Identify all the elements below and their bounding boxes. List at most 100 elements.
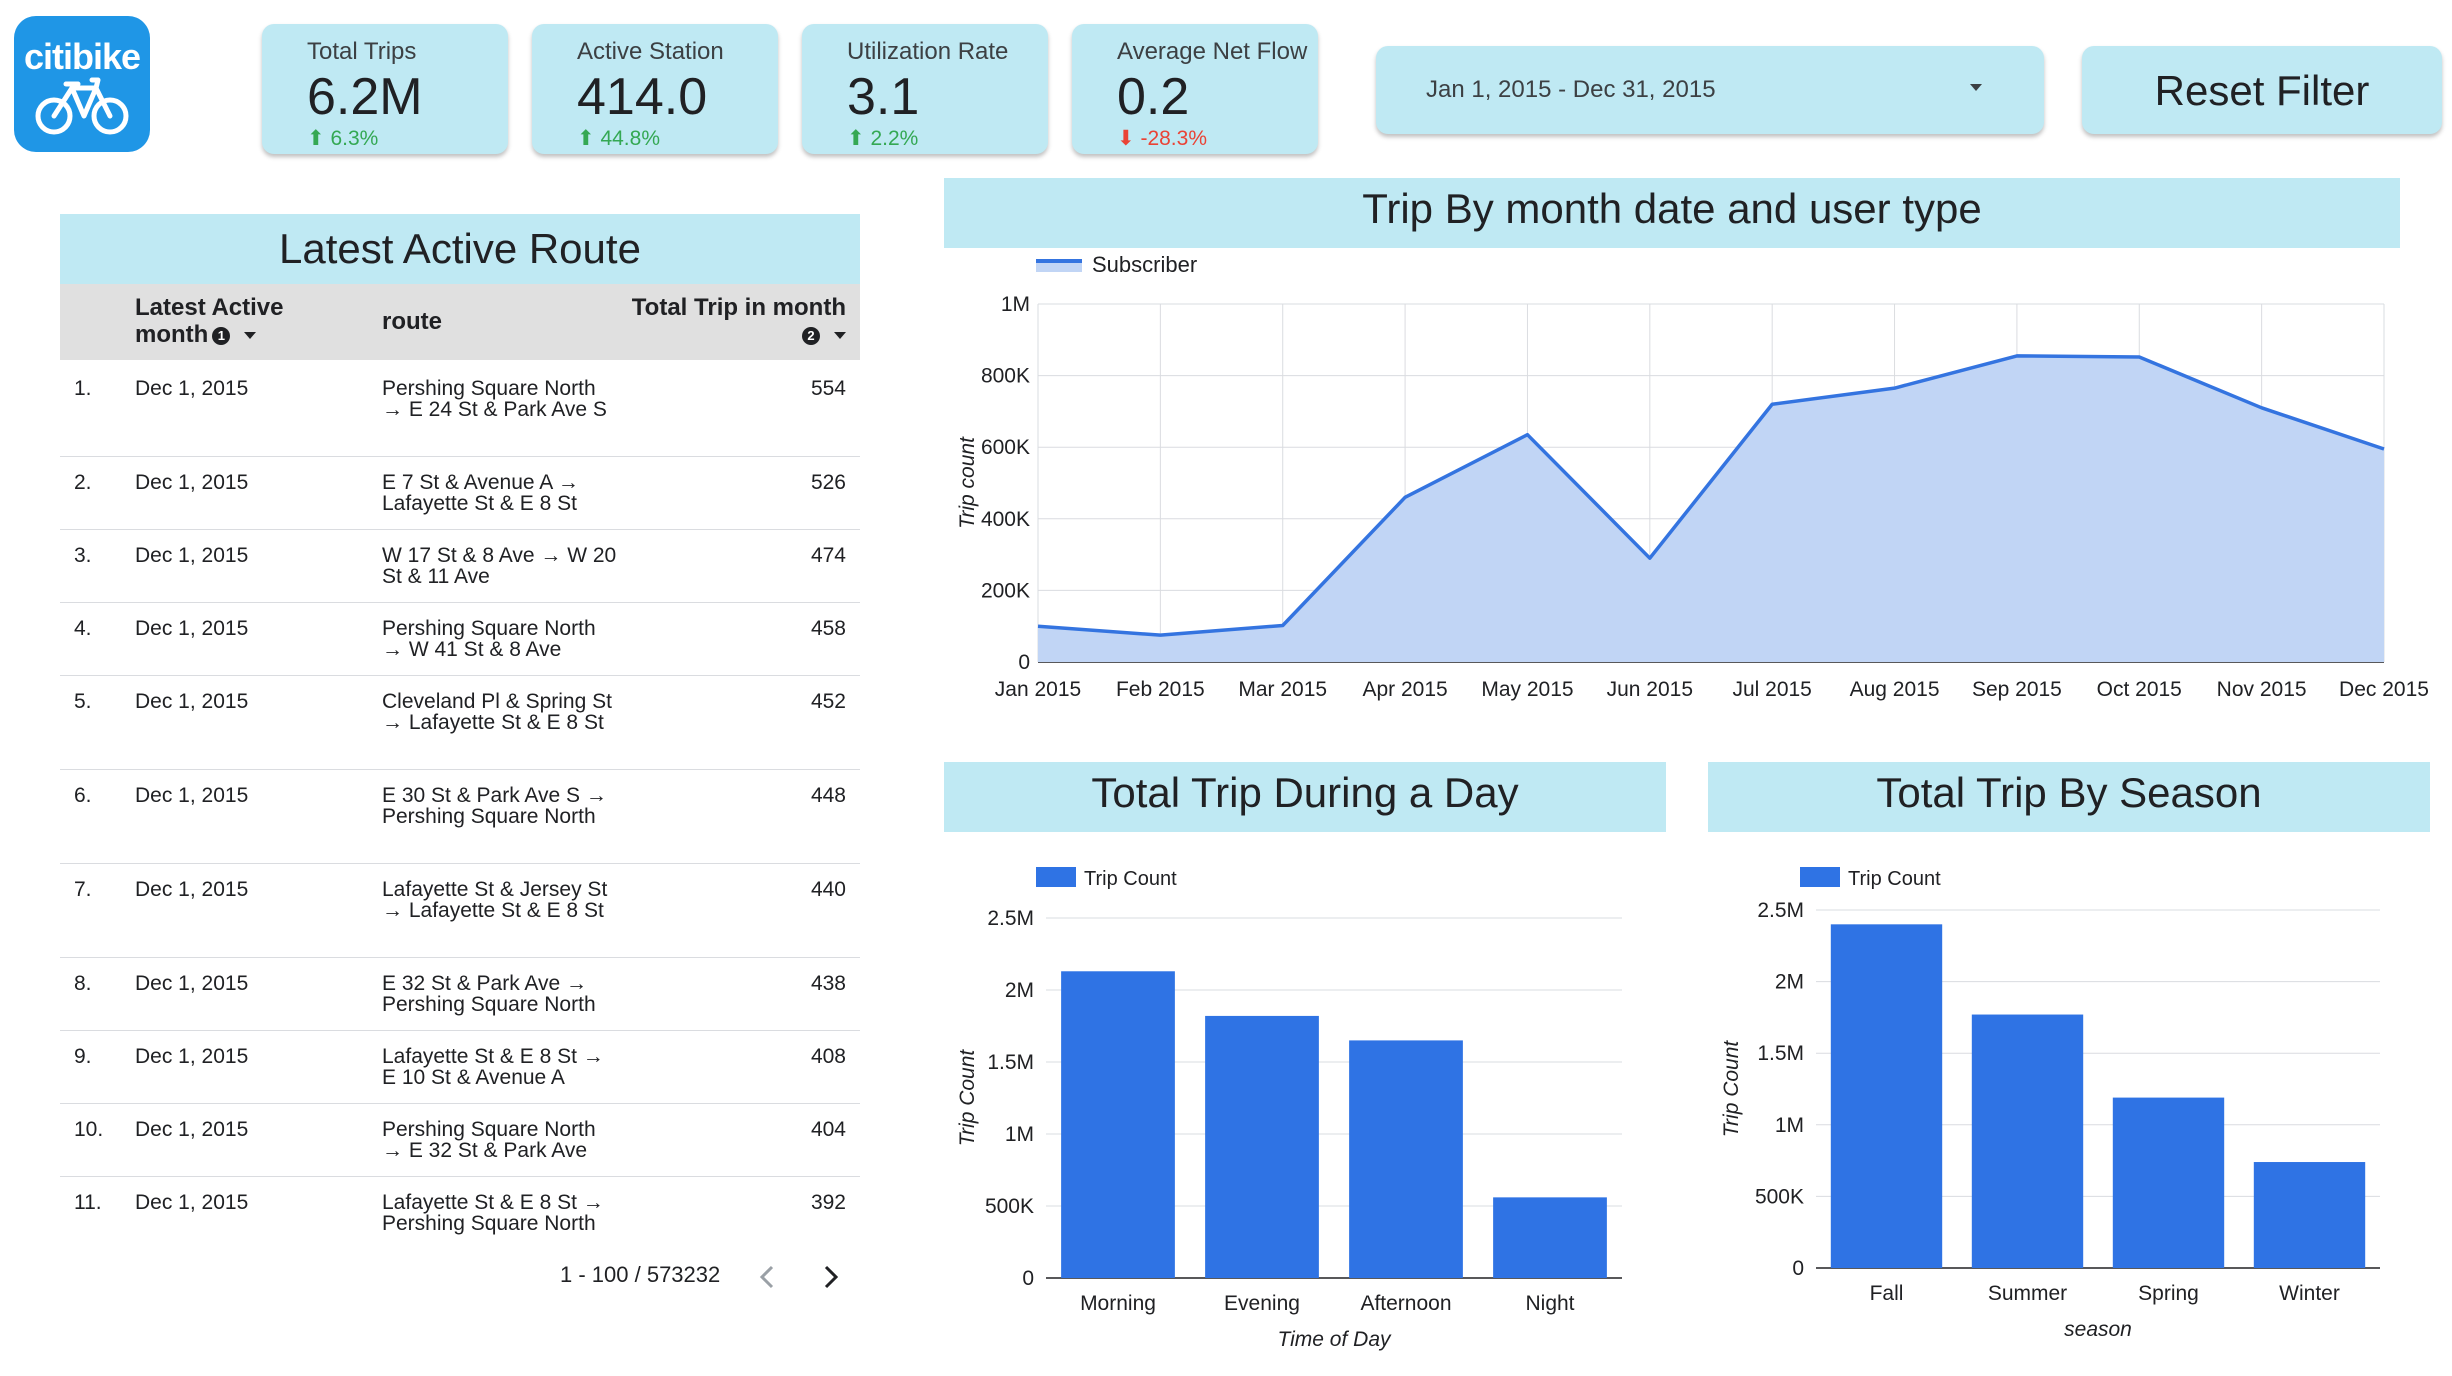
chevron-down-icon (1970, 84, 1982, 91)
y-tick-label: 400K (981, 508, 1030, 531)
kpi-delta: ⬆ 44.8% (577, 126, 778, 151)
bar-evening (1205, 1015, 1319, 1278)
table-row[interactable]: 8. Dec 1, 2015 E 32 St & Park Ave → Pershi… (60, 957, 860, 1031)
chevron-left-icon[interactable] (752, 1262, 782, 1292)
kpi-value: 3.1 (847, 68, 920, 126)
row-month: Dec 1, 2015 (135, 1118, 249, 1141)
x-tick-label: Feb 2015 (1116, 678, 1205, 701)
header-text: Latest Active (135, 294, 284, 321)
row-total: 474 (810, 544, 846, 567)
y-tick-label: 1M (1005, 1123, 1034, 1146)
table-row[interactable]: 2. Dec 1, 2015 E 7 St & Avenue A → Lafayet… (60, 456, 860, 530)
row-route: Pershing Square North → W 41 St & 8 Ave (382, 617, 596, 661)
table-row[interactable]: 5. Dec 1, 2015 Cleveland Pl & Spring St → … (60, 675, 860, 770)
table-row[interactable]: 6. Dec 1, 2015 E 30 St & Park Ave S → Pers… (60, 769, 860, 864)
row-index: 3. (74, 544, 92, 567)
legend-swatch (1036, 867, 1076, 887)
row-route: Pershing Square North → E 24 St & Park A… (382, 377, 607, 421)
row-index: 4. (74, 617, 92, 640)
row-month: Dec 1, 2015 (135, 1045, 249, 1068)
bar-chart-trips-by-time-of-day: 0 500K 1M 1.5M 2M 2.5M Morning Evening Afternoon… (956, 867, 1622, 1351)
table-row[interactable]: 1. Dec 1, 2015 Pershing Square North → E 2… (60, 362, 860, 457)
chart-title-day: Total Trip During a Day (944, 762, 1666, 832)
row-total: 526 (810, 471, 846, 494)
bar-summer (1971, 1014, 2084, 1268)
kpi-utilization-rate: Utilization Rate 3.1 ⬆ 2.2% (802, 24, 1048, 154)
reset-filter-button[interactable]: Reset Filter (2082, 46, 2442, 134)
table-row[interactable]: 11. Dec 1, 2015 Lafayette St & E 8 St → Pe… (60, 1176, 860, 1254)
table-row[interactable]: 4. Dec 1, 2015 Pershing Square North → W 4… (60, 602, 860, 676)
table-row[interactable]: 10. Dec 1, 2015 Pershing Square North → E … (60, 1103, 860, 1177)
row-route: E 7 St & Avenue A → Lafayette St & E 8 S… (382, 471, 579, 515)
y-tick-label: 0 (1018, 651, 1030, 674)
x-tick-label: Morning (1080, 1292, 1156, 1315)
row-total: 408 (810, 1045, 846, 1068)
row-route: E 32 St & Park Ave → Pershing Square Nor… (382, 972, 596, 1016)
kpi-delta-value: -28.3% (1140, 127, 1207, 150)
bar-winter (2253, 1162, 2366, 1268)
row-month: Dec 1, 2015 (135, 544, 249, 567)
legend-swatch (1800, 867, 1840, 887)
citibike-logo: citibike (14, 16, 150, 152)
row-route: W 17 St & 8 Ave → W 20 St & 11 Ave (382, 544, 617, 588)
chart-title-season: Total Trip By Season (1708, 762, 2430, 832)
bike-icon (35, 77, 129, 135)
x-axis-title: season (2064, 1318, 2132, 1341)
area-chart-trips-by-month: 0 200K 400K 600K 800K 1M Jan 2015 Feb 2015 Mar 2… (956, 252, 2429, 701)
kpi-label: Active Station (577, 38, 724, 65)
row-month: Dec 1, 2015 (135, 690, 249, 713)
pagination: 1 - 100 / 573232 (560, 1262, 720, 1288)
row-month: Dec 1, 2015 (135, 377, 249, 400)
row-index: 10. (74, 1118, 104, 1141)
kpi-average-net-flow: Average Net Flow 0.2 ⬇ -28.3% (1072, 24, 1318, 154)
table-row[interactable]: 9. Dec 1, 2015 Lafayette St & E 8 St → E 1… (60, 1030, 860, 1104)
column-header-total[interactable]: Total Trip in month 2 (632, 294, 846, 348)
x-tick-label: Fall (1870, 1282, 1904, 1305)
row-route: E 30 St & Park Ave S → Pershing Square N… (382, 784, 607, 828)
x-tick-label: Jun 2015 (1607, 678, 1693, 701)
kpi-delta: ⬆ 2.2% (847, 126, 1048, 151)
kpi-label: Total Trips (307, 38, 417, 65)
kpi-delta-value: 2.2% (870, 127, 919, 150)
table-row[interactable]: 7. Dec 1, 2015 Lafayette St & Jersey St → … (60, 863, 860, 958)
y-tick-label: 1M (1001, 293, 1030, 316)
x-tick-label: Dec 2015 (2339, 678, 2429, 701)
row-total: 458 (810, 617, 846, 640)
date-range-picker[interactable]: Jan 1, 2015 - Dec 31, 2015 (1376, 46, 2044, 134)
x-tick-label: Aug 2015 (1850, 678, 1940, 701)
row-route: Lafayette St & Jersey St → Lafayette St … (382, 878, 608, 922)
x-tick-label: Spring (2138, 1282, 2199, 1305)
row-month: Dec 1, 2015 (135, 878, 249, 901)
y-tick-label: 1.5M (987, 1051, 1034, 1074)
y-tick-label: 0 (1022, 1267, 1034, 1290)
row-total: 404 (810, 1118, 846, 1141)
x-tick-label: Apr 2015 (1362, 678, 1447, 701)
row-index: 8. (74, 972, 92, 995)
x-tick-label: Evening (1224, 1292, 1300, 1315)
logo-text: citibike (23, 36, 141, 77)
kpi-value: 0.2 (1117, 68, 1190, 126)
row-total: 448 (810, 784, 846, 807)
chevron-right-icon[interactable] (816, 1262, 846, 1292)
table-row[interactable]: 3. Dec 1, 2015 W 17 St & 8 Ave → W 20 St &… (60, 529, 860, 603)
x-tick-label: May 2015 (1481, 678, 1573, 701)
sort-order-badge: 2 (802, 326, 820, 345)
row-total: 452 (810, 690, 846, 713)
kpi-delta: ⬆ 6.3% (307, 126, 508, 151)
bar-fall (1830, 924, 1943, 1268)
y-tick-label: 2M (1775, 971, 1804, 994)
row-index: 11. (74, 1191, 102, 1214)
bar-night (1493, 1197, 1607, 1278)
column-header-month[interactable]: Latest Active month 1 (135, 294, 284, 348)
x-tick-label: Jan 2015 (995, 678, 1081, 701)
kpi-active-station: Active Station 414.0 ⬆ 44.8% (532, 24, 778, 154)
row-total: 554 (810, 377, 846, 400)
sort-desc-icon (244, 332, 257, 340)
row-month: Dec 1, 2015 (135, 972, 249, 995)
x-tick-label: Mar 2015 (1238, 678, 1327, 701)
y-axis-title: Trip count (956, 436, 979, 529)
legend-label: Subscriber (1092, 252, 1197, 277)
row-total: 438 (810, 972, 846, 995)
x-tick-label: Jul 2015 (1732, 678, 1811, 701)
column-header-route[interactable]: route (382, 308, 442, 335)
